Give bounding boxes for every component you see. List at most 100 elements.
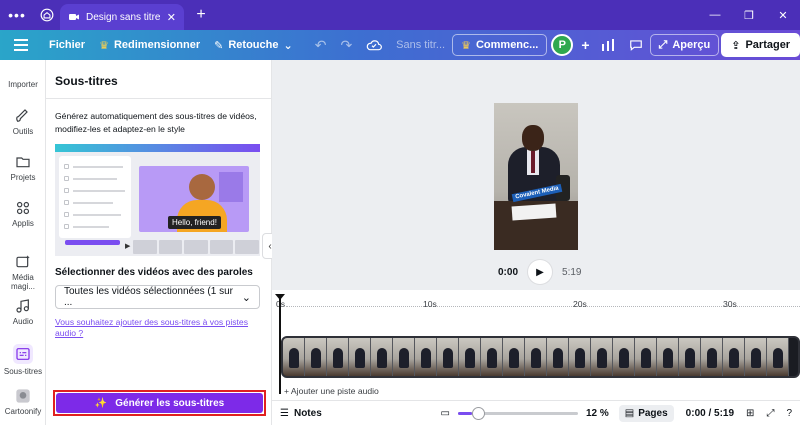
edit-mode-label: Retouche	[228, 39, 279, 51]
new-tab-button[interactable]: +	[188, 6, 214, 24]
resize-button[interactable]: ♛ Redimensionner	[92, 30, 207, 60]
track-thumbnail	[283, 338, 305, 376]
avatar: P	[551, 34, 574, 56]
video-select-dropdown[interactable]: Toutes les vidéos sélectionnées (1 sur .…	[55, 285, 260, 309]
track-thumbnail	[305, 338, 327, 376]
browser-menu-icon[interactable]: •••	[0, 7, 34, 23]
analytics-icon[interactable]	[594, 30, 622, 60]
help-icon[interactable]: ?	[786, 408, 792, 419]
crown-icon: ♛	[99, 39, 109, 52]
rail-item-label: Importer	[8, 80, 38, 89]
apps-icon	[16, 201, 30, 215]
video-select-value: Toutes les vidéos sélectionnées (1 sur .…	[64, 286, 233, 308]
close-window-icon[interactable]: ✕	[766, 9, 800, 22]
rail-item-label: Projets	[10, 173, 36, 182]
rail-item-apps[interactable]: Applis	[0, 200, 46, 228]
panel-description: Générez automatiquement des sous-titres …	[55, 111, 257, 134]
rail-item-audio[interactable]: Audio	[0, 298, 46, 326]
rail-item-projects[interactable]: Projets	[0, 154, 46, 182]
duration: 5:19	[562, 266, 582, 278]
zoom-slider-knob[interactable]	[472, 406, 486, 420]
pages-button[interactable]: ▤ Pages	[618, 404, 674, 422]
zoom-slider-fill	[457, 411, 473, 415]
track-thumbnail	[437, 338, 459, 376]
chevron-down-icon: ⌄	[241, 291, 251, 304]
chevron-down-icon: ⌄	[283, 39, 293, 52]
resize-label: Redimensionner	[113, 39, 201, 51]
track-thumbnail	[415, 338, 437, 376]
redo-icon[interactable]: ↷	[333, 30, 359, 60]
rail-item-cartoonify[interactable]: Cartoonify	[0, 388, 46, 416]
zoom-level[interactable]: 12 %	[586, 408, 609, 419]
track-thumbnail	[657, 338, 679, 376]
share-button[interactable]: ⇪ Partager	[721, 33, 800, 57]
track-thumbnail	[525, 338, 547, 376]
generate-subtitles-label: Générer les sous-titres	[115, 397, 225, 409]
undo-icon[interactable]: ↶	[308, 30, 334, 60]
video-icon	[69, 14, 79, 20]
track-thumbnail	[503, 338, 525, 376]
music-note-icon	[16, 299, 29, 313]
panel-title: Sous-titres	[55, 74, 118, 88]
preview-label: Aperçu	[672, 39, 711, 51]
canvas-area: Covalent Media 0:00 ▶ 5:19	[272, 60, 800, 290]
track-thumbnail	[745, 338, 767, 376]
share-icon: ⇪	[731, 39, 741, 52]
notes-icon: ☰	[280, 407, 289, 419]
fit-screen-icon[interactable]: ▭	[441, 408, 450, 419]
zoom-slider[interactable]	[457, 406, 578, 420]
magic-media-icon	[16, 255, 30, 268]
bottom-bar: ☰ Notes ▭ 12 % ▤ Pages 0:00 / 5:19 ⊞ ⤢ ?	[272, 400, 800, 425]
upgrade-button[interactable]: ♛ Commenc...	[452, 34, 548, 56]
hamburger-menu-icon[interactable]	[0, 30, 42, 60]
tab-close-icon[interactable]: ✕	[167, 11, 176, 24]
rail-item-subtitles[interactable]: Sous-titres	[0, 344, 46, 376]
track-thumbnail	[723, 338, 745, 376]
audio-subtitles-link[interactable]: Vous souhaitez ajouter des sous-titres à…	[55, 317, 267, 339]
grid-view-icon[interactable]: ⊞	[746, 408, 754, 419]
file-menu[interactable]: Fichier	[42, 30, 92, 60]
track-thumbnail	[591, 338, 613, 376]
rail-item-label: Média magi...	[10, 273, 35, 291]
ruler-tick: 10s	[423, 299, 437, 309]
preview-button[interactable]: ⤢ Aperçu	[649, 34, 720, 56]
playback-controls: 0:00 ▶ 5:19	[498, 260, 581, 284]
play-button[interactable]: ▶	[528, 260, 553, 284]
add-collaborator-button[interactable]: +	[577, 30, 593, 60]
timeline: 0s 10s 20s 30s + Ajouter une piste audio	[272, 290, 800, 400]
rail-item-label: Applis	[12, 219, 34, 228]
track-thumbnail	[349, 338, 371, 376]
rail-item-import[interactable]: Importer	[0, 80, 46, 89]
comment-icon[interactable]	[622, 30, 650, 60]
playhead[interactable]	[275, 294, 285, 394]
restore-icon[interactable]: ❐	[732, 9, 766, 22]
expand-icon: ⤢	[658, 38, 668, 51]
video-track[interactable]	[281, 336, 800, 378]
track-thumbnail	[701, 338, 723, 376]
track-thumbnail	[547, 338, 569, 376]
crown-icon: ♛	[461, 39, 471, 52]
cloud-save-icon[interactable]	[359, 30, 389, 60]
notes-button[interactable]: ☰ Notes	[280, 408, 322, 419]
add-audio-track-button[interactable]: + Ajouter une piste audio	[284, 386, 379, 396]
video-frame[interactable]: Covalent Media	[494, 103, 578, 250]
window-controls: — ❐ ✕	[698, 9, 800, 22]
editor-toolbar: Fichier ♛ Redimensionner ✎ Retouche ⌄ ↶ …	[0, 30, 800, 60]
track-thumbnail	[481, 338, 503, 376]
ruler-tick: 30s	[723, 299, 737, 309]
subtitles-panel: Sous-titres Générez automatiquement des …	[46, 60, 272, 425]
play-icon: ▶	[125, 243, 131, 250]
generate-subtitles-button[interactable]: ✨ Générer les sous-titres	[56, 393, 263, 413]
minimize-icon[interactable]: —	[698, 9, 732, 22]
timeline-time: 0:00 / 5:19	[685, 407, 735, 419]
rail-item-tools[interactable]: Outils	[0, 108, 46, 136]
design-title[interactable]: Sans titr...	[389, 30, 452, 60]
rail-item-magic-media[interactable]: Média magi...	[0, 254, 46, 291]
edit-mode-dropdown[interactable]: ✎ Retouche ⌄	[207, 30, 300, 60]
subtitles-illustration: Hello, friend! ▶	[55, 144, 260, 256]
notes-label: Notes	[293, 407, 322, 419]
home-icon[interactable]	[34, 4, 60, 26]
browser-tab[interactable]: Design sans titre - ... ✕	[60, 4, 184, 30]
avatar-wrapper[interactable]: P	[547, 30, 577, 60]
fullscreen-icon[interactable]: ⤢	[766, 408, 774, 419]
